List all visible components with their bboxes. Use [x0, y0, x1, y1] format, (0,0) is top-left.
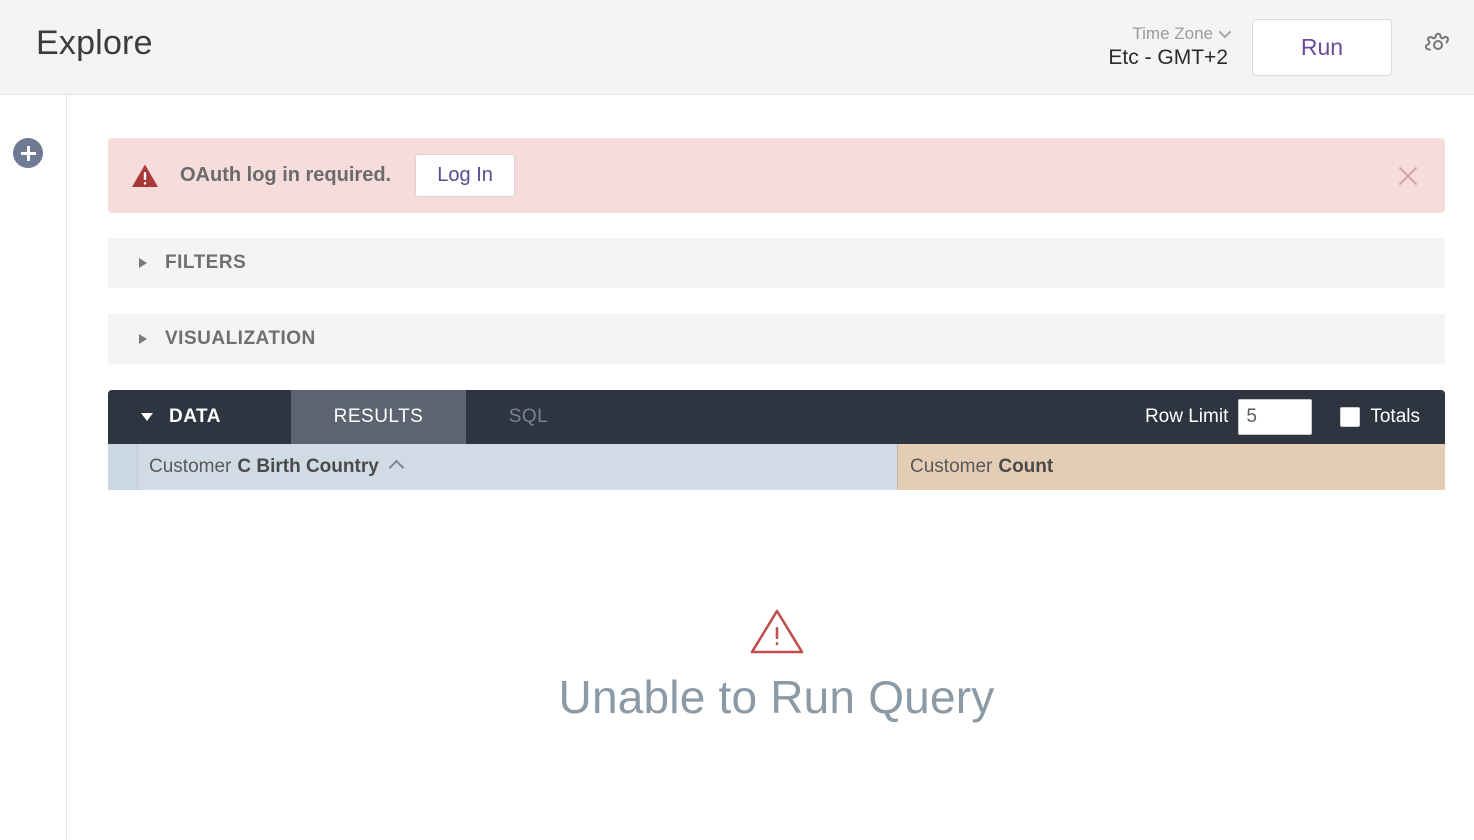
column-prefix: Customer	[149, 456, 231, 478]
gear-icon	[1423, 30, 1453, 65]
warning-triangle-outline-icon	[749, 607, 805, 662]
app-header: Explore Time Zone Etc - GMT+2 Run	[0, 0, 1474, 95]
warning-triangle-filled-icon	[131, 163, 159, 189]
left-rail	[0, 95, 67, 840]
triangle-right-icon	[139, 334, 147, 344]
column-name: C Birth Country	[237, 456, 378, 478]
section-visualization-label: VISUALIZATION	[165, 328, 316, 350]
section-filters[interactable]: FILTERS	[108, 238, 1445, 288]
time-zone-value: Etc - GMT+2	[1108, 46, 1228, 70]
column-name: Count	[998, 456, 1053, 478]
run-button[interactable]: Run	[1252, 19, 1392, 76]
totals-checkbox[interactable]	[1340, 407, 1360, 427]
row-number-gutter	[108, 444, 137, 490]
page-title: Explore	[36, 24, 153, 63]
close-icon[interactable]	[1391, 159, 1425, 193]
time-zone-label: Time Zone	[1132, 24, 1228, 44]
section-visualization[interactable]: VISUALIZATION	[108, 314, 1445, 364]
tab-sql[interactable]: SQL	[466, 390, 591, 444]
query-error-state: Unable to Run Query	[108, 490, 1445, 840]
column-prefix: Customer	[910, 456, 992, 478]
row-limit-input[interactable]	[1238, 399, 1312, 435]
plus-circle-icon[interactable]	[13, 138, 43, 168]
alert-message: OAuth log in required.	[180, 164, 391, 187]
column-header-dimension[interactable]: Customer C Birth Country	[137, 444, 897, 490]
settings-button[interactable]	[1418, 27, 1458, 67]
oauth-alert-banner: OAuth log in required. Log In	[108, 138, 1445, 213]
main-pane: OAuth log in required. Log In FILTERS VI…	[68, 95, 1474, 840]
section-data-toggle[interactable]: DATA	[108, 390, 291, 444]
query-error-title: Unable to Run Query	[559, 670, 995, 724]
data-bar-controls: Row Limit Totals	[1145, 390, 1445, 444]
log-in-button[interactable]: Log In	[415, 154, 515, 197]
triangle-right-icon	[139, 258, 147, 268]
chevron-up-icon[interactable]	[389, 459, 405, 475]
header-actions: Time Zone Etc - GMT+2 Run	[1108, 0, 1474, 94]
data-section-bar: DATA RESULTS SQL Row Limit Totals	[108, 390, 1445, 444]
time-zone-label-text: Time Zone	[1132, 24, 1213, 44]
row-limit-label: Row Limit	[1145, 406, 1228, 428]
triangle-down-icon	[141, 413, 153, 421]
section-filters-label: FILTERS	[165, 252, 246, 274]
section-data-label: DATA	[169, 406, 221, 428]
time-zone-selector[interactable]: Time Zone Etc - GMT+2	[1108, 24, 1228, 70]
results-table-header: Customer C Birth Country Customer Count	[108, 444, 1445, 490]
column-header-measure[interactable]: Customer Count	[897, 444, 1445, 490]
tab-results[interactable]: RESULTS	[291, 390, 466, 444]
totals-label: Totals	[1370, 406, 1420, 428]
totals-toggle[interactable]: Totals	[1340, 406, 1420, 428]
chevron-down-icon	[1219, 26, 1232, 39]
